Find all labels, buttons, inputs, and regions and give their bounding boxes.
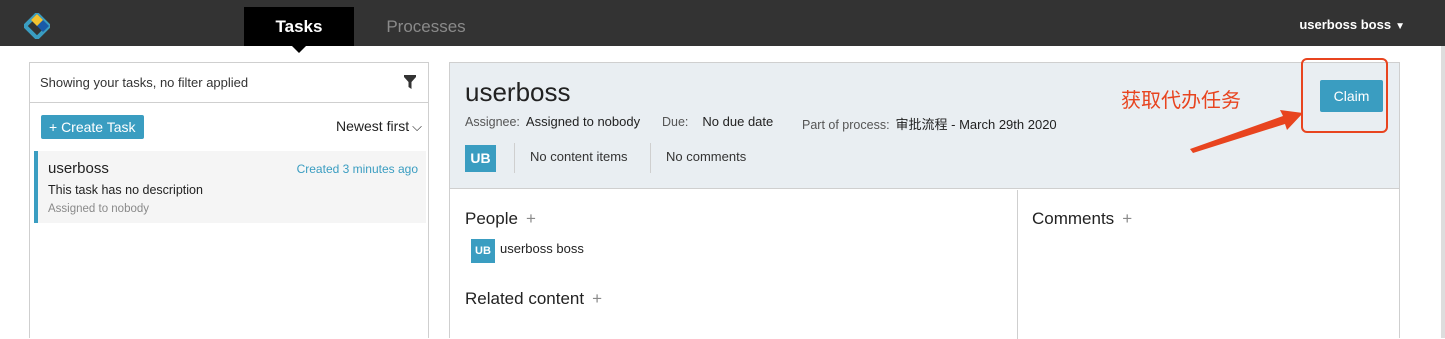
comments-heading: Comments + — [1032, 209, 1132, 229]
people-title: People — [465, 209, 518, 228]
assignee-value: Assigned to nobody — [525, 114, 641, 129]
diamond-logo-icon[interactable] — [24, 13, 50, 39]
annotation-arrow-icon — [1190, 110, 1303, 153]
assignee-field[interactable]: Assignee: Assigned to nobody — [465, 114, 640, 129]
process-value: 审批流程 - March 29th 2020 — [895, 117, 1057, 132]
task-item-assignee: Assigned to nobody — [48, 203, 150, 215]
process-label: Part of process: — [802, 118, 890, 132]
content-items-count[interactable]: No content items — [530, 149, 628, 164]
annotation-highlight-box — [1301, 58, 1388, 133]
add-person-icon[interactable]: + — [526, 209, 536, 228]
comments-count[interactable]: No comments — [666, 149, 746, 164]
comments-title: Comments — [1032, 209, 1115, 228]
add-comment-icon[interactable]: + — [1122, 209, 1132, 228]
task-list-item[interactable]: userboss Created 3 minutes ago This task… — [34, 151, 426, 223]
task-list-panel: Showing your tasks, no filter applied + … — [29, 62, 429, 338]
tab-tasks-label: Tasks — [275, 17, 323, 36]
due-label: Due: — [662, 115, 689, 129]
task-filter-bar[interactable]: Showing your tasks, no filter applied — [30, 63, 428, 103]
task-item-created: Created 3 minutes ago — [296, 162, 418, 176]
top-navigation-bar: Tasks Processes userboss boss ▼ — [0, 0, 1445, 53]
person-name[interactable]: userboss boss — [500, 241, 584, 256]
tab-processes-label: Processes — [386, 17, 466, 36]
user-menu[interactable]: userboss boss ▼ — [1299, 17, 1405, 32]
sort-order-select[interactable]: Newest first ⌵ — [336, 118, 422, 135]
people-section: People + UB userboss boss Related content… — [450, 190, 1018, 339]
add-related-content-icon[interactable]: + — [592, 289, 602, 308]
tab-processes[interactable]: Processes — [370, 7, 482, 46]
create-task-button[interactable]: + Create Task — [41, 115, 144, 139]
related-content-title: Related content — [465, 289, 585, 308]
header-divider — [650, 143, 651, 173]
people-heading: People + — [465, 209, 536, 229]
related-content-heading: Related content + — [465, 289, 602, 309]
person-avatar: UB — [471, 239, 495, 263]
assignee-label: Assignee: — [465, 115, 520, 129]
process-field[interactable]: Part of process: 审批流程 - March 29th 2020 — [802, 114, 1057, 133]
due-date-field[interactable]: Due: No due date — [662, 114, 773, 129]
task-item-description: This task has no description — [48, 183, 203, 197]
task-title[interactable]: userboss — [465, 77, 571, 108]
chevron-down-icon: ⌵ — [412, 119, 422, 134]
user-menu-label: userboss boss — [1299, 17, 1392, 32]
assignee-avatar[interactable]: UB — [465, 145, 496, 172]
task-item-name: userboss — [48, 160, 109, 177]
tab-tasks[interactable]: Tasks — [244, 7, 354, 53]
chevron-down-icon: ▼ — [1395, 21, 1405, 32]
active-tab-caret — [292, 46, 306, 53]
due-value: No due date — [702, 114, 774, 129]
filter-icon[interactable] — [404, 75, 416, 89]
page-edge — [1441, 46, 1445, 338]
header-divider — [514, 143, 515, 173]
sort-order-label: Newest first — [336, 118, 410, 134]
filter-text: Showing your tasks, no filter applied — [40, 75, 249, 90]
